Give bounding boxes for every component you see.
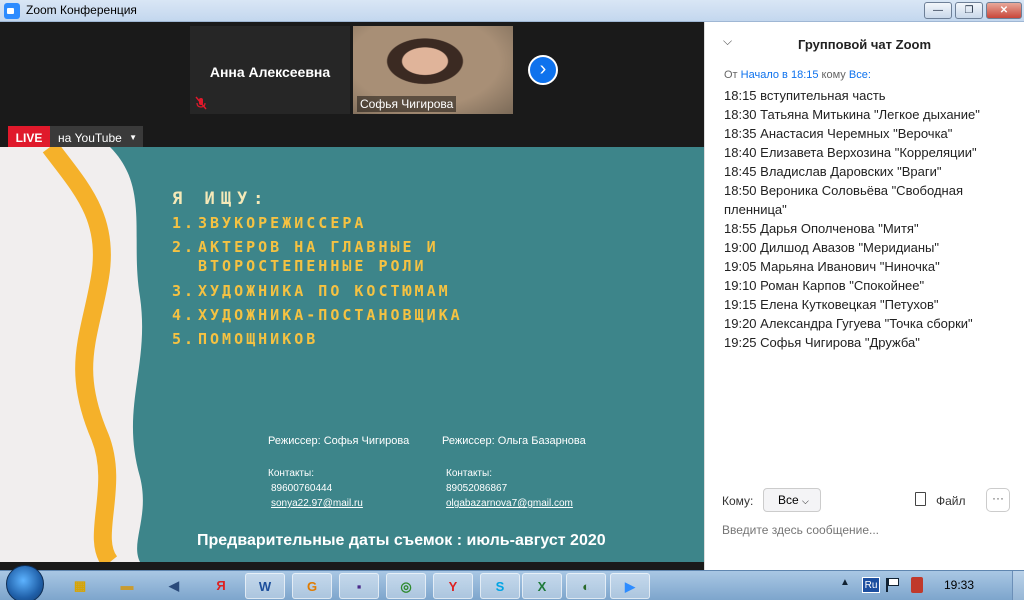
contacts-2: Контакты: 89052086867 olgabazarnova7@gma… bbox=[446, 466, 573, 511]
participant-name: Софья Чигирова bbox=[357, 96, 457, 112]
muted-mic-icon bbox=[195, 96, 207, 110]
contacts-1: Контакты: 89600760444 sonya22.97@mail.ru bbox=[268, 466, 363, 511]
window-title-bar[interactable]: Zoom Конференция — ❐ ✕ bbox=[0, 0, 1024, 22]
slide-list-item: 2. АКТЕРОВ НА ГЛАВНЫЕ И bbox=[172, 238, 439, 256]
chat-messages: 18:15 вступительная часть 18:30 Татьяна … bbox=[724, 86, 1016, 352]
power-icon[interactable] bbox=[911, 577, 923, 593]
taskbar-folder-icon[interactable]: ▬ bbox=[107, 573, 147, 599]
chat-message: 19:00 Дилшод Авазов "Меридианы" bbox=[724, 240, 939, 255]
slide-list-item: 3. ХУДОЖНИКА ПО КОСТЮМАМ bbox=[172, 282, 451, 300]
contacts-label: Контакты: bbox=[446, 468, 492, 479]
email-1: sonya22.97@mail.ru bbox=[271, 498, 363, 509]
chat-message: 18:30 Татьяна Митькина "Легкое дыхание" bbox=[724, 107, 980, 122]
chat-panel: ⌵ Групповой чат Zoom От Начало в 18:15 к… bbox=[704, 22, 1024, 570]
taskbar-paint-icon[interactable]: ◐ bbox=[566, 573, 606, 599]
file-icon[interactable] bbox=[915, 492, 926, 506]
taskbar-orange-app-icon[interactable]: G bbox=[292, 573, 332, 599]
chat-message: 18:15 вступительная часть bbox=[724, 88, 886, 103]
slide-list-item: 5. ПОМОЩНИКОВ bbox=[172, 330, 319, 348]
taskbar-volume-icon[interactable]: ◀ bbox=[154, 573, 194, 599]
chat-message: 19:15 Елена Кутковецкая "Петухов" bbox=[724, 297, 939, 312]
chat-message: 18:40 Елизавета Верхозина "Корреляции" bbox=[724, 145, 977, 160]
slide-list-item: 4. ХУДОЖНИКА-ПОСТАНОВЩИКА bbox=[172, 306, 463, 324]
clock[interactable]: 19:33 bbox=[944, 578, 974, 592]
phone-2: 89052086867 bbox=[446, 483, 508, 494]
participant-tile[interactable]: Анна Алексеевна bbox=[190, 26, 350, 114]
participant-video-tile[interactable]: Софья Чигирова bbox=[353, 26, 513, 114]
chat-message-input[interactable] bbox=[722, 520, 1012, 540]
slide-list-item: ВТОРОСТЕПЕННЫЕ РОЛИ bbox=[198, 257, 427, 275]
taskbar-zoom-icon[interactable]: ▶ bbox=[610, 573, 650, 599]
slide-white-wave bbox=[0, 147, 143, 562]
start-button[interactable] bbox=[6, 565, 44, 600]
file-button[interactable]: Файл bbox=[936, 494, 966, 508]
chat-message: 19:20 Александра Гугуева "Точка сборки" bbox=[724, 316, 973, 331]
more-options-button[interactable]: ··· bbox=[986, 488, 1010, 512]
taskbar-excel-icon[interactable]: X bbox=[522, 573, 562, 599]
slide-title: Я ИЩУ: bbox=[172, 189, 270, 209]
taskbar-yandex-browser-icon[interactable]: Y bbox=[433, 573, 473, 599]
director-2: Режиссер: Ольга Базарнова bbox=[442, 435, 586, 447]
filming-dates: Предварительные даты съемок : июль-авгус… bbox=[197, 532, 606, 549]
action-center-flag-icon[interactable] bbox=[886, 578, 899, 592]
shared-screen-slide: Я ИЩУ: 1. ЗВУКОРЕЖИССЕРА 2. АКТЕРОВ НА ГЛА… bbox=[0, 147, 704, 562]
show-desktop-button[interactable] bbox=[1012, 571, 1024, 600]
participant-name: Анна Алексеевна bbox=[209, 64, 331, 80]
email-2: olgabazarnova7@gmail.com bbox=[446, 498, 573, 509]
taskbar-save-app-icon[interactable]: ▪ bbox=[339, 573, 379, 599]
chat-time-link[interactable]: Начало в 18:15 bbox=[741, 69, 819, 81]
chat-message: 18:35 Анастасия Черемных "Верочка" bbox=[724, 126, 953, 141]
chat-message: 19:25 Софья Чигирова "Дружба" bbox=[724, 335, 920, 350]
chat-message: 19:05 Марьяна Иванович "Ниночка" bbox=[724, 259, 940, 274]
taskbar-word-icon[interactable]: W bbox=[245, 573, 285, 599]
video-area: Анна Алексеевна Софья Чигирова › LIVE на… bbox=[0, 22, 704, 592]
window-title: Zoom Конференция bbox=[26, 3, 137, 17]
taskbar-yandex-icon[interactable]: Я bbox=[201, 573, 241, 599]
taskbar-explorer-icon[interactable]: ▦ bbox=[60, 573, 100, 599]
taskbar-skype-icon[interactable]: S bbox=[480, 573, 520, 599]
chat-title: Групповой чат Zoom bbox=[797, 37, 932, 52]
chat-message: 18:45 Владислав Даровских "Враги" bbox=[724, 164, 942, 179]
maximize-button[interactable]: ❐ bbox=[955, 2, 983, 19]
next-page-button[interactable]: › bbox=[528, 55, 558, 85]
minimize-button[interactable]: — bbox=[924, 2, 952, 19]
chat-message: 18:50 Вероника Соловьёва "Свободная плен… bbox=[724, 183, 963, 217]
recipient-label: Кому: bbox=[722, 494, 754, 508]
contacts-label: Контакты: bbox=[268, 468, 314, 479]
taskbar: ▦ ▬ ◀ Я W G ▪ ◎ Y S X ◐ ▶ ▲ Ru 19:33 bbox=[0, 565, 1024, 600]
language-indicator[interactable]: Ru bbox=[862, 577, 880, 593]
chat-recipient-link[interactable]: Все: bbox=[849, 69, 871, 81]
tray-expand-icon[interactable]: ▲ bbox=[840, 577, 850, 588]
taskbar-chrome-icon[interactable]: ◎ bbox=[386, 573, 426, 599]
slide-list-item: 1. ЗВУКОРЕЖИССЕРА bbox=[172, 214, 367, 232]
phone-1: 89600760444 bbox=[271, 483, 333, 494]
chat-message: 18:55 Дарья Ополченова "Митя" bbox=[724, 221, 919, 236]
chevron-down-icon: ⌵ bbox=[802, 496, 809, 506]
live-destination-label: на YouTube bbox=[58, 131, 122, 145]
chevron-right-icon: › bbox=[539, 58, 547, 80]
chat-message: 19:10 Роман Карпов "Спокойнее" bbox=[724, 278, 925, 293]
recipient-select[interactable]: Все ⌵ bbox=[763, 488, 821, 512]
director-1: Режиссер: Софья Чигирова bbox=[268, 435, 410, 447]
close-button[interactable]: ✕ bbox=[986, 2, 1022, 19]
chat-message-meta: От Начало в 18:15 кому Все: bbox=[724, 69, 871, 81]
zoom-app-icon bbox=[4, 3, 20, 19]
